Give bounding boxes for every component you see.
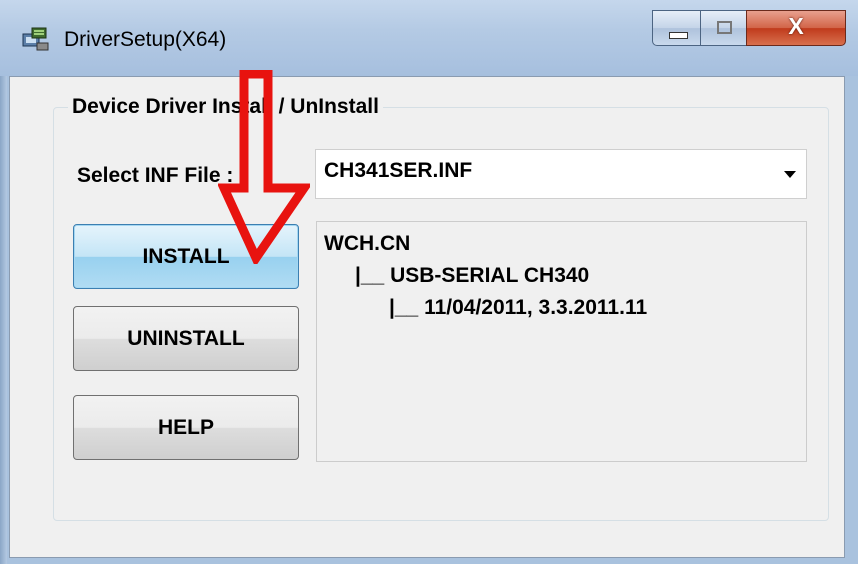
info-vendor: WCH.CN — [324, 232, 411, 255]
maximize-button[interactable] — [700, 10, 747, 46]
window: DriverSetup(X64) X Device Driver Install… — [0, 0, 858, 564]
window-controls: X — [652, 10, 846, 48]
window-left-edge — [0, 0, 7, 564]
groupbox-legend: Device Driver Install / UnInstall — [68, 95, 383, 119]
chevron-down-icon[interactable] — [784, 171, 796, 178]
client-area: Device Driver Install / UnInstall Select… — [9, 76, 845, 558]
driver-info-panel: WCH.CN |__ USB-SERIAL CH340 |__ 11/04/20… — [316, 221, 807, 462]
maximize-icon — [717, 21, 732, 34]
close-button[interactable]: X — [746, 10, 846, 46]
select-inf-label: Select INF File : — [77, 164, 234, 187]
close-icon: X — [788, 13, 804, 39]
minimize-button[interactable] — [652, 10, 701, 46]
help-button[interactable]: HELP — [73, 395, 299, 460]
info-device: |__ USB-SERIAL CH340 — [355, 264, 590, 287]
uninstall-button[interactable]: UNINSTALL — [73, 306, 299, 371]
info-version: |__ 11/04/2011, 3.3.2011.11 — [389, 296, 648, 319]
title-bar[interactable]: DriverSetup(X64) X — [0, 0, 858, 76]
inf-file-value: CH341SER.INF — [324, 159, 473, 182]
window-title: DriverSetup(X64) — [64, 28, 227, 51]
install-button[interactable]: INSTALL — [73, 224, 299, 289]
inf-file-dropdown[interactable]: CH341SER.INF — [315, 149, 807, 199]
driver-setup-icon — [22, 27, 49, 51]
minimize-icon — [669, 32, 688, 39]
